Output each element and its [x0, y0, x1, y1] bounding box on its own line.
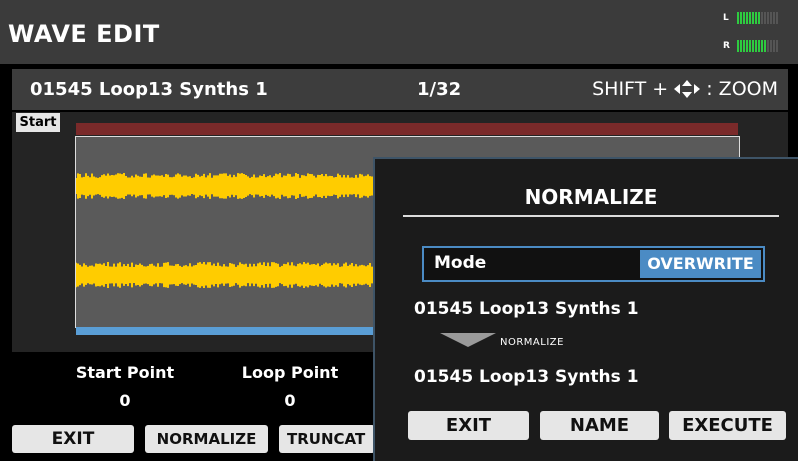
meter-segment — [752, 11, 754, 24]
dialog-title: NORMALIZE — [524, 185, 658, 209]
meter-segment — [737, 39, 739, 52]
meter-right-label: R — [723, 40, 730, 51]
four-way-arrow-icon — [674, 80, 701, 98]
level-meter-right: R — [723, 39, 778, 52]
meter-segment — [743, 39, 745, 52]
zoom-suffix: : ZOOM — [706, 78, 778, 100]
meter-right-bars — [737, 39, 778, 52]
loop-point-value[interactable]: 0 — [225, 391, 355, 410]
page-indicator: 1/32 — [417, 79, 462, 100]
page-title: WAVE EDIT — [8, 20, 160, 48]
meter-left-label: L — [723, 12, 729, 23]
start-point-label: Start Point — [75, 363, 175, 382]
loop-point-label: Loop Point — [241, 363, 339, 382]
meter-segment — [761, 39, 763, 52]
meter-segment — [749, 39, 751, 52]
dialog-name-button[interactable]: NAME — [540, 411, 659, 440]
meter-segment — [758, 39, 760, 52]
loop-region-bar — [76, 123, 738, 135]
start-point-value[interactable]: 0 — [60, 391, 190, 410]
meter-segment — [770, 11, 772, 24]
header-bar: WAVE EDIT L R — [0, 0, 798, 64]
mode-label: Mode — [434, 253, 487, 273]
meter-segment — [749, 11, 751, 24]
meter-segment — [746, 39, 748, 52]
truncate-button[interactable]: TRUNCAT — [279, 425, 375, 453]
meter-segment — [773, 39, 775, 52]
zoom-prefix: SHIFT + — [592, 78, 669, 100]
meter-segment — [767, 39, 769, 52]
meter-segment — [770, 39, 772, 52]
dialog-exit-button[interactable]: EXIT — [408, 411, 529, 440]
dialog-execute-button[interactable]: EXECUTE — [669, 411, 786, 440]
meter-segment — [743, 11, 745, 24]
mode-value[interactable]: OVERWRITE — [640, 250, 761, 278]
meter-segment — [758, 11, 760, 24]
normalize-button[interactable]: NORMALIZE — [145, 425, 268, 453]
wave-info-bar: 01545 Loop13 Synths 1 1/32 SHIFT + : ZOO… — [12, 69, 788, 110]
dialog-divider — [403, 215, 779, 217]
meter-segment — [755, 11, 757, 24]
wave-edit-screen: WAVE EDIT L R 01545 Loop13 Synths 1 1/32… — [0, 0, 798, 461]
meter-segment — [740, 39, 742, 52]
start-marker-label[interactable]: Start — [16, 113, 60, 132]
meter-segment — [755, 39, 757, 52]
meter-segment — [752, 39, 754, 52]
meter-segment — [764, 11, 766, 24]
destination-wave-name: 01545 Loop13 Synths 1 — [414, 367, 639, 387]
zoom-hint: SHIFT + : ZOOM — [592, 78, 778, 100]
meter-segment — [764, 39, 766, 52]
mode-selector[interactable]: Mode OVERWRITE — [422, 246, 765, 282]
wave-name: 01545 Loop13 Synths 1 — [30, 79, 268, 100]
meter-left-bars — [737, 11, 778, 24]
meter-segment — [773, 11, 775, 24]
meter-segment — [740, 11, 742, 24]
meter-segment — [737, 11, 739, 24]
meter-segment — [746, 11, 748, 24]
down-arrow-icon — [440, 333, 496, 347]
meter-segment — [761, 11, 763, 24]
meter-segment — [776, 11, 778, 24]
normalize-caption: NORMALIZE — [500, 337, 564, 348]
source-wave-name: 01545 Loop13 Synths 1 — [414, 299, 639, 319]
meter-segment — [776, 39, 778, 52]
level-meter-left: L — [723, 11, 778, 24]
exit-button[interactable]: EXIT — [12, 425, 134, 453]
meter-segment — [767, 11, 769, 24]
